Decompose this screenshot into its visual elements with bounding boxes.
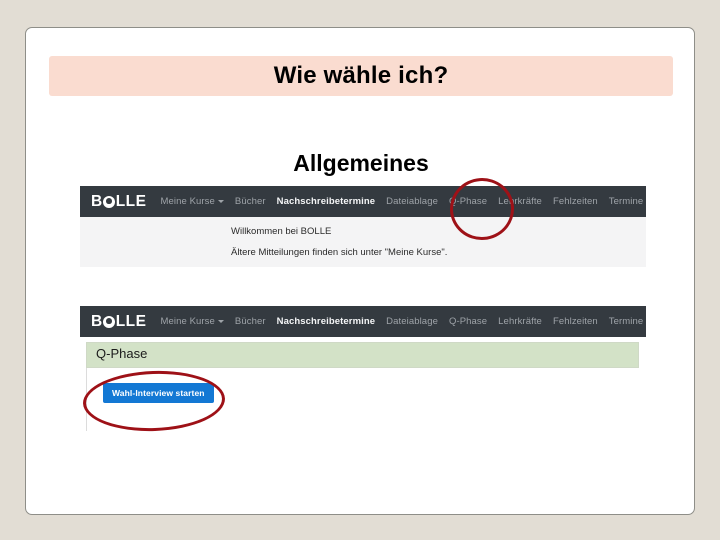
navbar-two: B LLE Meine Kurse Bücher Nachschreibeter…	[80, 306, 646, 337]
navlink-nachschreibetermine-two[interactable]: Nachschreibetermine	[277, 316, 376, 327]
navlink-q-phase-one[interactable]: Q-Phase	[449, 196, 487, 207]
brand-text-left: B	[91, 312, 103, 330]
navlink-lehrkraefte-one[interactable]: Lehrkräfte	[498, 196, 542, 207]
navbar-one: B LLE Meine Kurse Bücher Nachschreibeter…	[80, 186, 646, 217]
q-phase-content-area: Q-Phase Wahl-Interview starten	[80, 337, 646, 431]
navlink-fehlzeiten-two[interactable]: Fehlzeiten	[553, 316, 598, 327]
bolle-face-logo-icon	[103, 315, 116, 328]
brand-text-left: B	[91, 192, 103, 210]
brand-logo-one[interactable]: B LLE	[91, 193, 146, 211]
older-messages-hint: Ältere Mitteilungen finden sich unter "M…	[231, 247, 448, 258]
brand-text-right: LLE	[115, 192, 147, 210]
navlink-dateiablage-one[interactable]: Dateiablage	[386, 196, 438, 207]
navlink-label: Meine Kurse	[160, 316, 215, 327]
navlink-nachschreibetermine-one[interactable]: Nachschreibetermine	[277, 196, 376, 207]
navlink-buecher-one[interactable]: Bücher	[235, 196, 266, 207]
slide-title: Wie wähle ich?	[273, 62, 449, 89]
brand-logo-two[interactable]: B LLE	[91, 313, 146, 331]
navlinks-one: Meine Kurse Bücher Nachschreibetermine D…	[160, 196, 643, 207]
navlink-termine-two[interactable]: Termine	[609, 316, 644, 327]
chevron-down-icon	[217, 319, 224, 323]
bolle-face-logo-icon	[103, 195, 116, 208]
navlink-buecher-two[interactable]: Bücher	[235, 316, 266, 327]
navlink-lehrkraefte-two[interactable]: Lehrkräfte	[498, 316, 542, 327]
slide-title-banner: Wie wähle ich?	[49, 56, 673, 96]
content-left-rail	[86, 368, 87, 431]
navlink-q-phase-two[interactable]: Q-Phase	[449, 316, 487, 327]
home-message-area: Willkommen bei BOLLE Ältere Mitteilungen…	[80, 217, 646, 267]
navlink-dateiablage-two[interactable]: Dateiablage	[386, 316, 438, 327]
q-phase-page-heading: Q-Phase	[96, 346, 148, 361]
brand-text-right: LLE	[115, 312, 147, 330]
screenshot-q-phase-page: B LLE Meine Kurse Bücher Nachschreibeter…	[80, 306, 646, 431]
navlink-meine-kurse-one[interactable]: Meine Kurse	[160, 196, 224, 207]
navlink-meine-kurse-two[interactable]: Meine Kurse	[160, 316, 224, 327]
wahl-interview-starten-button[interactable]: Wahl-Interview starten	[103, 383, 214, 403]
navlink-fehlzeiten-one[interactable]: Fehlzeiten	[553, 196, 598, 207]
chevron-down-icon	[217, 199, 224, 203]
navlink-termine-one[interactable]: Termine	[609, 196, 644, 207]
navlink-label: Meine Kurse	[160, 196, 215, 207]
welcome-message: Willkommen bei BOLLE	[231, 226, 332, 237]
navlinks-two: Meine Kurse Bücher Nachschreibetermine D…	[160, 316, 643, 327]
screenshot-bolle-home: B LLE Meine Kurse Bücher Nachschreibeter…	[80, 186, 646, 267]
slide-subtitle: Allgemeines	[293, 150, 429, 176]
q-phase-heading-banner: Q-Phase	[86, 342, 639, 368]
slide-canvas: Wie wähle ich? Allgemeines B LLE Meine K…	[25, 27, 695, 515]
